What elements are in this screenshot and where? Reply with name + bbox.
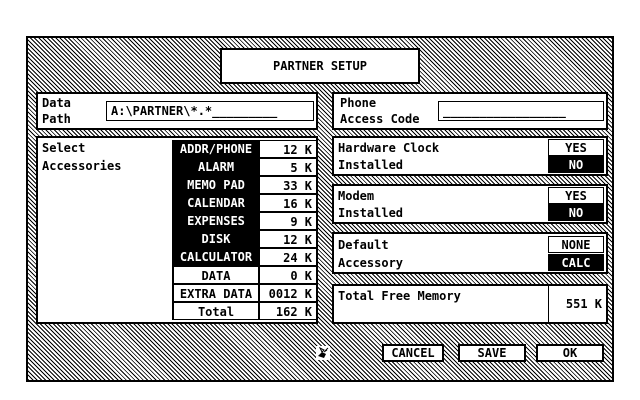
accessory-total-label: Total xyxy=(173,302,259,320)
accessory-total-row: Total 162 K xyxy=(173,302,317,320)
accessory-row[interactable]: CALENDAR 16 K xyxy=(173,194,317,212)
accessory-size: 16 K xyxy=(259,194,317,212)
accessory-row[interactable]: ADDR/PHONE 12 K xyxy=(173,140,317,158)
default-accessory-none-option[interactable]: NONE xyxy=(548,236,604,253)
accessory-size: 33 K xyxy=(259,176,317,194)
accessory-size: 0 K xyxy=(259,266,317,284)
accessory-size: 24 K xyxy=(259,248,317,266)
accessories-label-1: Select xyxy=(42,140,86,156)
default-accessory-label-2: Accessory xyxy=(338,255,404,271)
title-box: PARTNER SETUP xyxy=(220,48,420,84)
phone-panel: Phone Access Code _________________ xyxy=(332,92,608,130)
accessory-row[interactable]: CALCULATOR 24 K xyxy=(173,248,317,266)
phone-label-1: Phone xyxy=(340,95,377,111)
accessory-size: 5 K xyxy=(259,158,317,176)
accessory-row[interactable]: DISK 12 K xyxy=(173,230,317,248)
save-button[interactable]: SAVE xyxy=(458,344,526,362)
data-path-panel: Data Path A:\PARTNER\*.*_________ xyxy=(36,92,318,130)
bee-cursor-icon xyxy=(316,346,330,360)
accessory-row[interactable]: EXTRA DATA 0012 K xyxy=(173,284,317,302)
accessory-size: 12 K xyxy=(259,140,317,158)
modem-panel: Modem Installed YES NO xyxy=(332,184,608,224)
data-path-label-1: Data xyxy=(42,95,71,111)
default-accessory-panel: Default Accessory NONE CALC xyxy=(332,232,608,274)
accessory-size: 12 K xyxy=(259,230,317,248)
free-memory-value: 551 K xyxy=(548,286,606,322)
accessory-name: EXPENSES xyxy=(173,212,259,230)
phone-access-code-input[interactable]: _________________ xyxy=(438,101,604,121)
accessory-size: 9 K xyxy=(259,212,317,230)
accessory-row[interactable]: DATA 0 K xyxy=(173,266,317,284)
modem-yes-option[interactable]: YES xyxy=(548,187,604,204)
accessory-name: EXTRA DATA xyxy=(173,284,259,302)
modem-no-option[interactable]: NO xyxy=(548,204,604,221)
default-accessory-calc-option[interactable]: CALC xyxy=(548,254,604,271)
dialog-title: PARTNER SETUP xyxy=(273,59,367,73)
data-path-input[interactable]: A:\PARTNER\*.*_________ xyxy=(106,101,314,121)
accessories-panel: Select Accessories ADDR/PHONE 12 K ALARM… xyxy=(36,136,318,324)
hardware-clock-no-option[interactable]: NO xyxy=(548,156,604,173)
hardware-clock-label-2: Installed xyxy=(338,157,404,173)
accessory-total-value: 162 K xyxy=(259,302,317,320)
accessory-name: CALENDAR xyxy=(173,194,259,212)
ok-button[interactable]: OK xyxy=(536,344,604,362)
accessory-name: CALCULATOR xyxy=(173,248,259,266)
accessory-name: ALARM xyxy=(173,158,259,176)
accessory-size: 0012 K xyxy=(259,284,317,302)
free-memory-label: Total Free Memory xyxy=(338,288,461,304)
modem-label-1: Modem xyxy=(338,188,375,204)
cancel-button[interactable]: CANCEL xyxy=(382,344,444,362)
free-memory-panel: Total Free Memory 551 K xyxy=(332,284,608,324)
accessory-name: DISK xyxy=(173,230,259,248)
accessory-row[interactable]: MEMO PAD 33 K xyxy=(173,176,317,194)
accessory-row[interactable]: ALARM 5 K xyxy=(173,158,317,176)
accessory-list: ADDR/PHONE 12 K ALARM 5 K MEMO PAD 33 K … xyxy=(172,140,317,320)
accessory-name: ADDR/PHONE xyxy=(173,140,259,158)
hardware-clock-label-1: Hardware Clock xyxy=(338,140,440,156)
phone-label-2: Access Code xyxy=(340,111,420,127)
setup-dialog: PARTNER SETUP Data Path A:\PARTNER\*.*__… xyxy=(26,36,614,382)
hardware-clock-yes-option[interactable]: YES xyxy=(548,139,604,156)
accessories-label-2: Accessories xyxy=(42,158,122,174)
hardware-clock-panel: Hardware Clock Installed YES NO xyxy=(332,136,608,176)
accessory-name: DATA xyxy=(173,266,259,284)
data-path-label-2: Path xyxy=(42,111,71,127)
default-accessory-label-1: Default xyxy=(338,237,389,253)
modem-label-2: Installed xyxy=(338,205,404,221)
accessory-name: MEMO PAD xyxy=(173,176,259,194)
accessory-row[interactable]: EXPENSES 9 K xyxy=(173,212,317,230)
